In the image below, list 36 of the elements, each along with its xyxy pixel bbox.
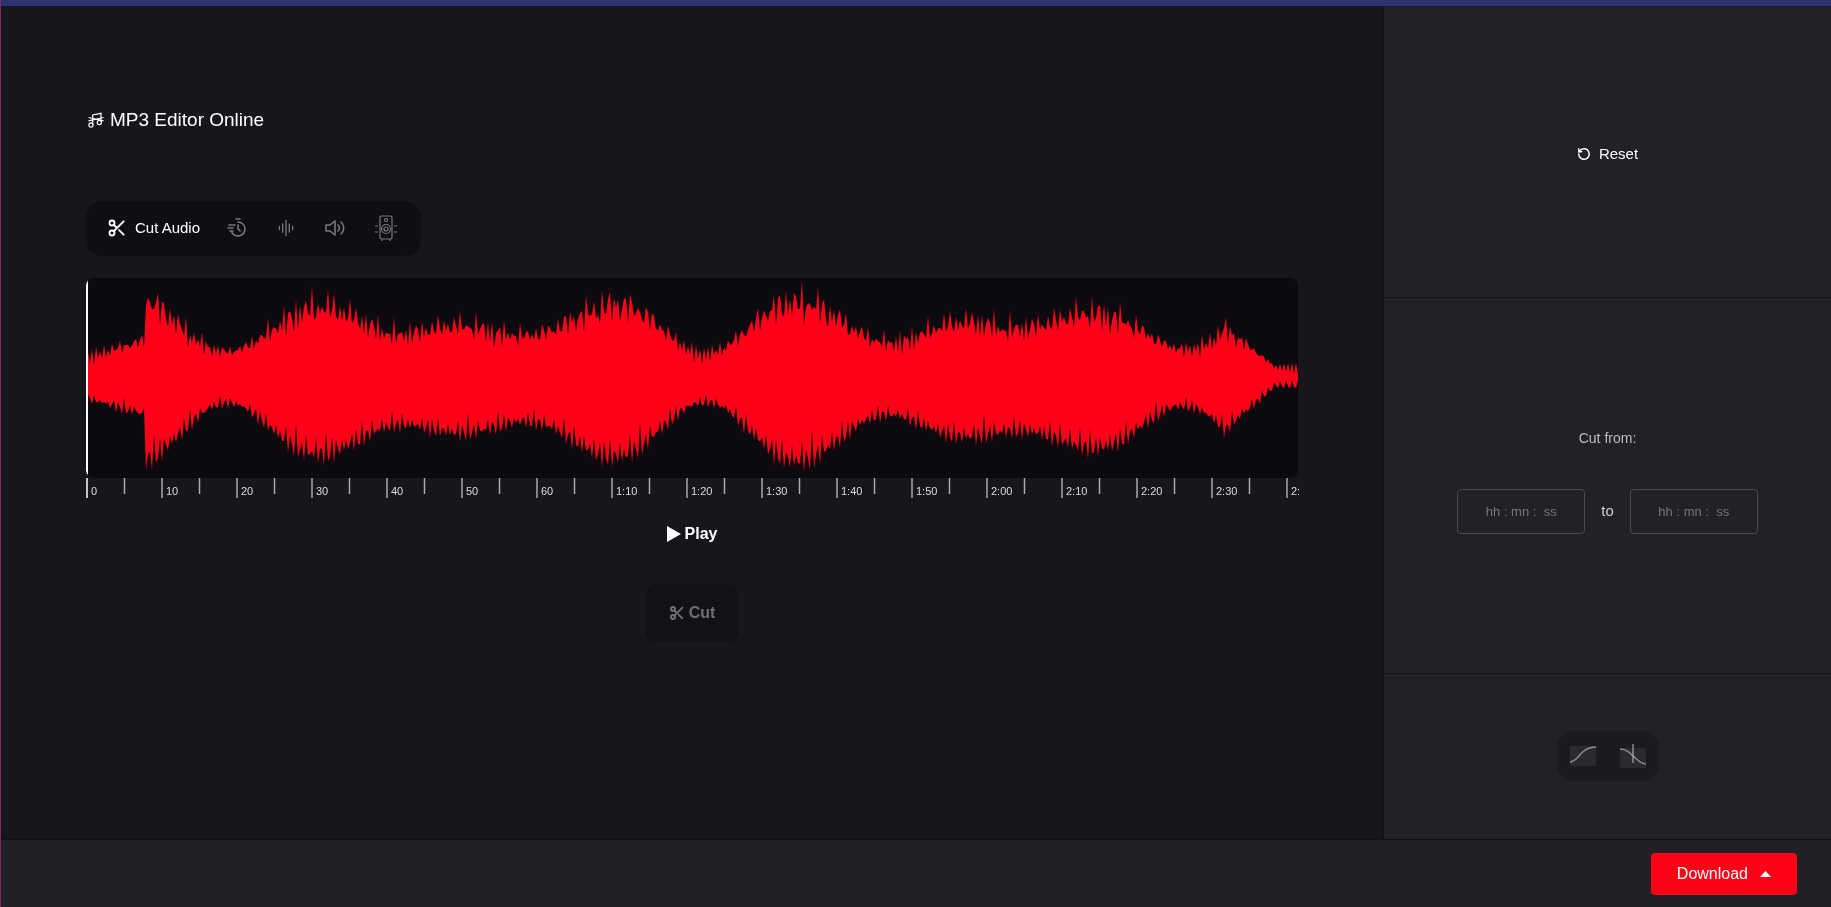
music-note-scissors-icon	[86, 110, 106, 131]
time-label: 0	[91, 485, 98, 497]
time-label: 2:10	[1066, 485, 1088, 497]
time-label: 30	[316, 485, 329, 497]
time-label: 20	[241, 485, 254, 497]
start-time-field[interactable]: hh : mn : ss	[1457, 489, 1586, 534]
time-label: 1:50	[916, 485, 938, 497]
time-label: 1:30	[766, 485, 788, 497]
time-label: 1:20	[691, 485, 713, 497]
time-label: 2:30	[1216, 485, 1238, 497]
time-label: 40	[391, 485, 404, 497]
fade-button[interactable]	[1569, 746, 1596, 766]
range-separator: to	[1601, 501, 1614, 522]
app-title: MP3 Editor Online	[110, 108, 265, 132]
time-label: 1:40	[841, 485, 863, 497]
time-label: 2:00	[991, 485, 1013, 497]
reset-button[interactable]: Reset	[1576, 144, 1639, 164]
time-label: 50	[466, 485, 479, 497]
scissors-icon	[668, 604, 685, 621]
time-label: 1:10	[616, 485, 638, 497]
time-label: 2:	[1291, 485, 1301, 497]
caret-up-icon	[1760, 870, 1771, 877]
fade-out-icon	[1619, 744, 1646, 768]
time-label: 2:20	[1141, 485, 1163, 497]
download-button[interactable]: Download	[1650, 852, 1797, 895]
tool-tab[interactable]: Cut Audio	[103, 216, 205, 240]
fade-in-icon	[1569, 746, 1596, 766]
scissors-icon	[107, 218, 127, 238]
end-time-field[interactable]: hh : mn : ss	[1629, 489, 1758, 534]
play-button[interactable]: Play	[666, 521, 718, 546]
cut-range-label: Cut from:	[1578, 429, 1637, 448]
time-label: 10	[166, 485, 179, 497]
reset-icon	[1576, 147, 1591, 161]
play-icon	[666, 525, 681, 542]
fade-button[interactable]	[1619, 744, 1646, 768]
time-label: 60	[541, 485, 554, 497]
